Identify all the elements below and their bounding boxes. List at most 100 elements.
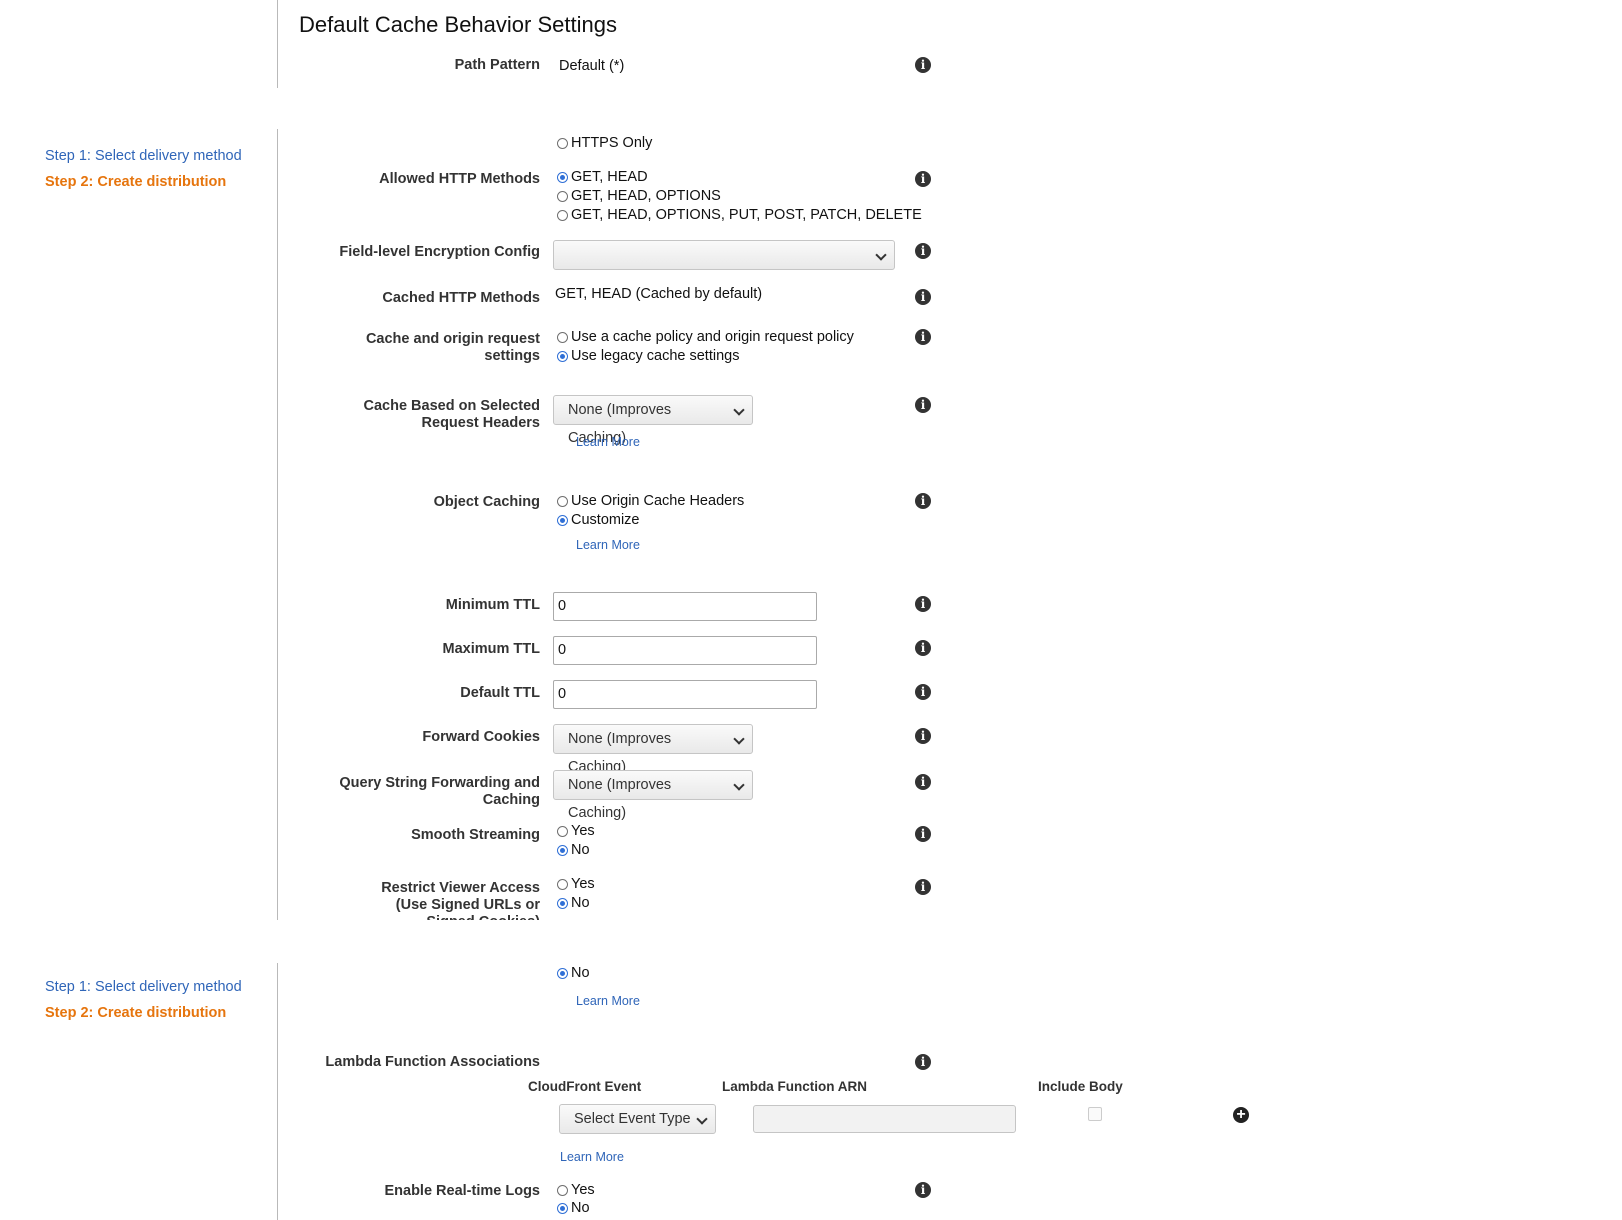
radio-legacy-cache[interactable]: Use legacy cache settings xyxy=(557,347,739,365)
query-string-label-2: Caching xyxy=(482,792,540,808)
radio-label: Use legacy cache settings xyxy=(571,348,740,364)
include-body-checkbox[interactable] xyxy=(1088,1107,1102,1121)
radio-get-head[interactable]: GET, HEAD xyxy=(557,168,648,186)
radio-button[interactable] xyxy=(557,1184,568,1196)
wizard-step-2: Step 2: Create distribution xyxy=(45,174,227,190)
query-string-select[interactable]: None (Improves Caching) xyxy=(553,770,753,821)
forward-cookies-label: Forward Cookies xyxy=(422,729,540,745)
chevron-down-icon xyxy=(733,779,745,791)
cached-methods-value: GET, HEAD (Cached by default) xyxy=(555,286,763,302)
radio-button[interactable] xyxy=(557,171,568,183)
radio-button[interactable] xyxy=(557,878,568,890)
radio-button[interactable] xyxy=(557,897,568,909)
radio-realtime-no[interactable]: No xyxy=(557,1199,590,1217)
radio-label: Use a cache policy and origin request po… xyxy=(571,329,854,345)
info-icon[interactable]: i xyxy=(915,640,931,656)
info-icon[interactable]: i xyxy=(915,171,931,187)
event-type-value: Select Event Type xyxy=(574,1111,691,1127)
info-icon[interactable]: i xyxy=(915,397,931,413)
restrict-viewer-label-1: Restrict Viewer Access xyxy=(381,880,540,896)
lambda-arn-input[interactable] xyxy=(753,1105,1016,1133)
info-icon[interactable]: i xyxy=(915,728,931,744)
radio-smooth-no[interactable]: No xyxy=(557,841,590,859)
info-icon[interactable]: i xyxy=(915,289,931,305)
radio-button[interactable] xyxy=(557,350,568,362)
default-ttl-label: Default TTL xyxy=(460,685,540,701)
max-ttl-input[interactable]: 0 xyxy=(553,636,817,665)
radio-button[interactable] xyxy=(557,209,568,221)
divider xyxy=(277,0,278,88)
radio-restrict-yes[interactable]: Yes xyxy=(557,875,595,893)
min-ttl-input[interactable]: 0 xyxy=(553,592,817,621)
fle-config-select[interactable] xyxy=(553,240,895,270)
chevron-down-icon xyxy=(875,249,887,261)
radio-label: GET, HEAD, OPTIONS xyxy=(571,188,721,204)
realtime-logs-label: Enable Real-time Logs xyxy=(384,1183,540,1199)
radio-smooth-yes[interactable]: Yes xyxy=(557,822,595,840)
radio-compress-no[interactable]: No xyxy=(557,964,590,982)
radio-https-only[interactable]: HTTPS Only xyxy=(557,134,652,152)
radio-cache-policy[interactable]: Use a cache policy and origin request po… xyxy=(557,328,854,346)
column-header-include-body: Include Body xyxy=(1038,1079,1123,1094)
radio-button[interactable] xyxy=(557,331,568,343)
radio-button[interactable] xyxy=(557,514,568,526)
learn-more-link[interactable]: Learn More xyxy=(576,435,640,449)
radio-button[interactable] xyxy=(557,967,568,979)
wizard-step-1[interactable]: Step 1: Select delivery method xyxy=(45,148,242,164)
radio-label: No xyxy=(571,965,590,981)
cache-headers-select[interactable]: None (Improves Caching) xyxy=(553,395,753,446)
default-ttl-input[interactable]: 0 xyxy=(553,680,817,709)
info-icon[interactable]: i xyxy=(915,879,931,895)
radio-realtime-yes[interactable]: Yes xyxy=(557,1181,595,1199)
radio-label: Yes xyxy=(571,876,595,892)
plus-circle-icon[interactable]: + xyxy=(1233,1107,1249,1123)
radio-button[interactable] xyxy=(557,825,568,837)
object-caching-label: Object Caching xyxy=(433,494,540,510)
radio-customize[interactable]: Customize xyxy=(557,511,640,529)
info-icon[interactable]: i xyxy=(915,596,931,612)
info-icon[interactable]: i xyxy=(915,243,931,259)
radio-label: GET, HEAD, OPTIONS, PUT, POST, PATCH, DE… xyxy=(571,207,922,223)
radio-button[interactable] xyxy=(557,844,568,856)
radio-button[interactable] xyxy=(557,1202,568,1214)
radio-all-methods[interactable]: GET, HEAD, OPTIONS, PUT, POST, PATCH, DE… xyxy=(557,206,922,224)
wizard-step-1[interactable]: Step 1: Select delivery method xyxy=(45,979,242,995)
radio-button[interactable] xyxy=(557,137,568,149)
learn-more-link[interactable]: Learn More xyxy=(560,1150,624,1164)
radio-label: Use Origin Cache Headers xyxy=(571,493,745,509)
info-icon[interactable]: i xyxy=(915,57,931,73)
info-icon[interactable]: i xyxy=(915,826,931,842)
path-pattern-value: Default (*) xyxy=(559,58,625,74)
radio-restrict-no[interactable]: No xyxy=(557,894,590,912)
learn-more-link[interactable]: Learn More xyxy=(576,538,640,552)
chevron-down-icon xyxy=(733,733,745,745)
radio-label: GET, HEAD xyxy=(571,169,648,185)
query-string-value: None (Improves Caching) xyxy=(568,777,672,821)
cache-headers-label-1: Cache Based on Selected xyxy=(363,398,541,414)
forward-cookies-select[interactable]: None (Improves Caching) xyxy=(553,724,753,775)
radio-get-head-options[interactable]: GET, HEAD, OPTIONS xyxy=(557,187,721,205)
divider xyxy=(277,129,278,920)
radio-label: Yes xyxy=(571,1182,595,1198)
event-type-select[interactable]: Select Event Type xyxy=(559,1104,716,1134)
wizard-step-2: Step 2: Create distribution xyxy=(45,1005,227,1021)
query-string-label-1: Query String Forwarding and xyxy=(339,775,540,791)
radio-origin-cache-headers[interactable]: Use Origin Cache Headers xyxy=(557,492,744,510)
radio-button[interactable] xyxy=(557,495,568,507)
info-icon[interactable]: i xyxy=(915,329,931,345)
learn-more-link[interactable]: Learn More xyxy=(576,994,640,1008)
page-title: Default Cache Behavior Settings xyxy=(299,12,617,37)
radio-button[interactable] xyxy=(557,190,568,202)
path-pattern-label: Path Pattern xyxy=(454,57,540,73)
info-icon[interactable]: i xyxy=(915,774,931,790)
radio-label: HTTPS Only xyxy=(571,135,653,151)
radio-label: No xyxy=(571,842,590,858)
cached-methods-label: Cached HTTP Methods xyxy=(382,290,540,306)
info-icon[interactable]: i xyxy=(915,1054,931,1070)
radio-label: No xyxy=(571,895,590,911)
radio-label: Customize xyxy=(571,512,640,528)
info-icon[interactable]: i xyxy=(915,493,931,509)
info-icon[interactable]: i xyxy=(915,1182,931,1198)
info-icon[interactable]: i xyxy=(915,684,931,700)
chevron-down-icon xyxy=(733,404,745,416)
